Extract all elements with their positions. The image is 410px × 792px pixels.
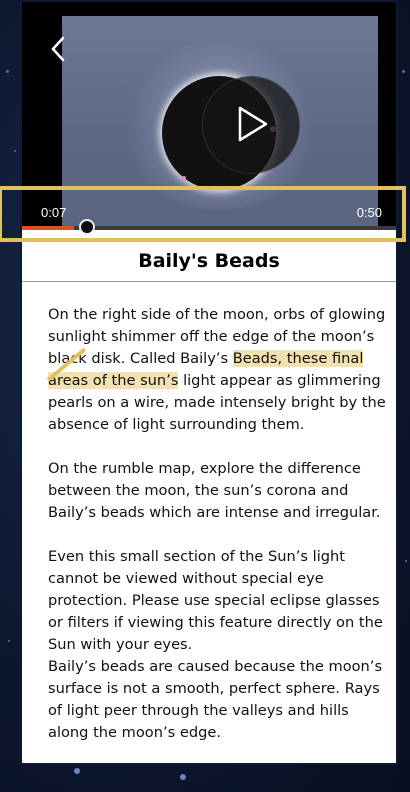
video-controls-highlight-box — [0, 186, 406, 242]
description-text: On the right side of the moon, orbs of g… — [48, 304, 386, 744]
paragraph-1: On the right side of the moon, orbs of g… — [48, 306, 386, 433]
bead-highlight — [182, 176, 186, 180]
background-star — [402, 70, 405, 73]
background-star — [14, 150, 16, 152]
info-card: 0:07 0:50 Baily's Beads On the right sid… — [20, 0, 398, 765]
background-dot — [74, 768, 80, 774]
back-arrow-icon[interactable] — [48, 36, 68, 62]
background-star — [8, 640, 10, 642]
background-star — [6, 70, 9, 73]
page-title: Baily's Beads — [138, 250, 280, 272]
title-divider — [22, 281, 396, 282]
play-icon — [238, 106, 268, 142]
play-button[interactable] — [202, 76, 300, 174]
paragraph-3: Even this small section of the Sun’s lig… — [48, 548, 383, 741]
background-dot — [180, 774, 186, 780]
paragraph-2: On the rumble map, explore the differenc… — [48, 460, 381, 521]
background-star — [405, 560, 407, 562]
